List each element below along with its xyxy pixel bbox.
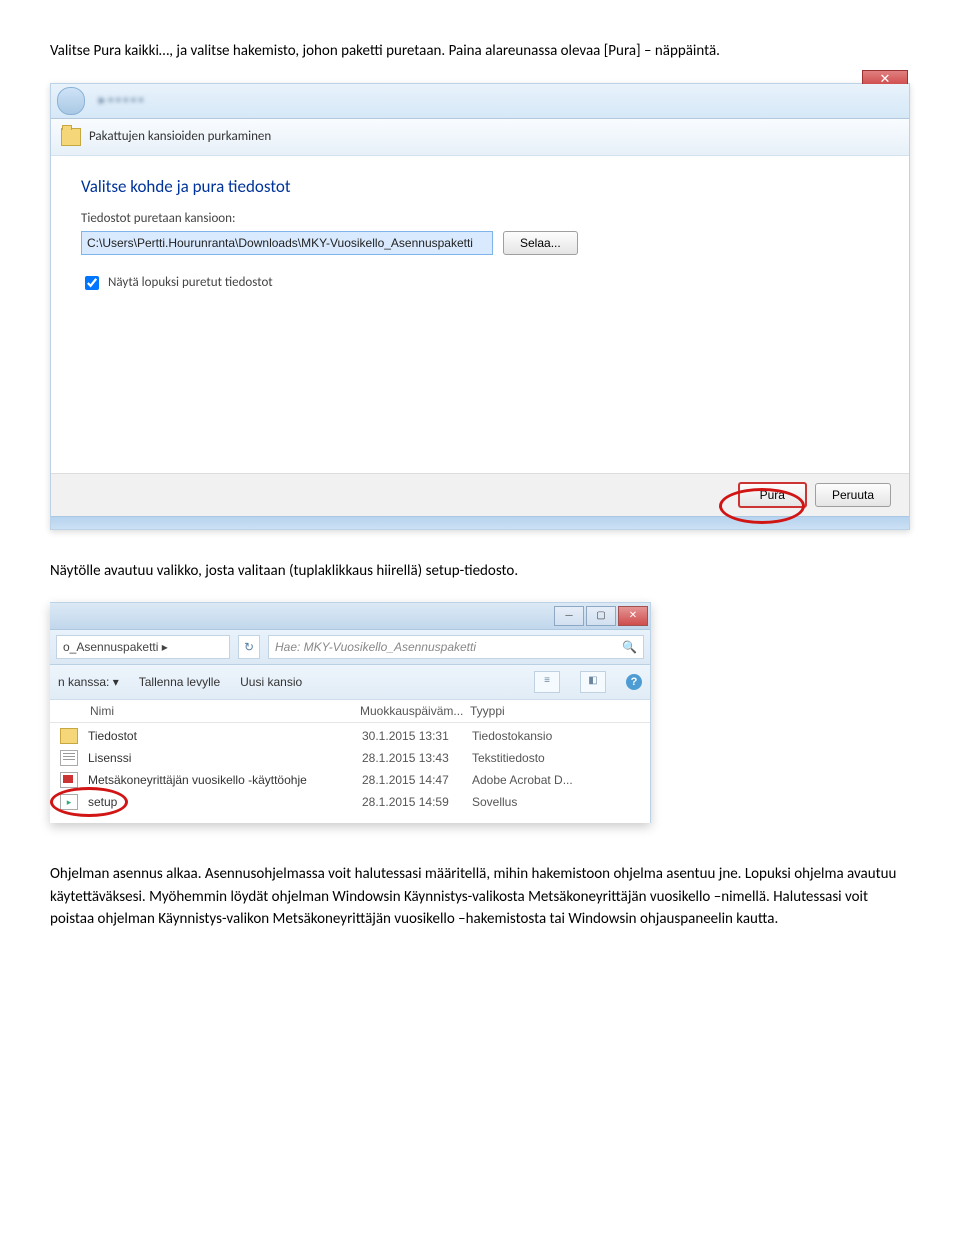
file-date: 28.1.2015 13:43 (362, 751, 472, 765)
file-name: Tiedostot (88, 729, 362, 743)
view-mode-icon[interactable]: ≡ (534, 671, 560, 693)
destination-input[interactable] (81, 231, 493, 255)
glass-bottom (51, 516, 909, 529)
file-date: 28.1.2015 14:47 (362, 773, 472, 787)
file-type: Adobe Acrobat D... (472, 773, 650, 787)
checkbox-label: Näytä lopuksi puretut tiedostot (108, 275, 273, 290)
save-disk[interactable]: Tallenna levylle (139, 675, 220, 689)
column-headers: Nimi Muokkauspäiväm... Tyyppi (50, 700, 650, 723)
extract-dialog-screenshot: ✕ ▸ ▪ ▪ ▪ ▪ ▪ Pakattujen kansioiden purk… (50, 83, 910, 530)
destination-label: Tiedostot puretaan kansioon: (81, 211, 879, 226)
file-type: Sovellus (472, 795, 650, 809)
file-list: Tiedostot30.1.2015 13:31TiedostokansioLi… (50, 723, 650, 823)
browse-button[interactable]: Selaa... (503, 231, 578, 255)
breadcrumb[interactable]: o_Asennuspaketti ▸ (56, 635, 230, 659)
search-placeholder: Hae: MKY-Vuosikello_Asennuspaketti (275, 640, 476, 654)
minimize-icon[interactable]: — (554, 606, 584, 626)
folder-icon (60, 728, 78, 744)
pdf-icon (60, 772, 78, 788)
new-folder[interactable]: Uusi kansio (240, 675, 302, 689)
col-date[interactable]: Muokkauspäiväm... (360, 704, 470, 718)
list-item[interactable]: Tiedostot30.1.2015 13:31Tiedostokansio (50, 725, 650, 747)
help-icon[interactable]: ? (626, 674, 642, 690)
file-date: 28.1.2015 14:59 (362, 795, 472, 809)
explorer-toolbar: n kanssa: ▾ Tallenna levylle Uusi kansio… (50, 665, 650, 700)
show-files-checkbox[interactable]: Näytä lopuksi puretut tiedostot (81, 273, 879, 293)
extract-button[interactable]: Pura (738, 482, 807, 508)
window-title: Pakattujen kansioiden purkaminen (89, 129, 271, 144)
dialog-heading: Valitse kohde ja pura tiedostot (81, 176, 879, 197)
close-icon[interactable]: ✕ (618, 606, 648, 626)
file-name: setup (88, 795, 362, 809)
text-icon (60, 750, 78, 766)
nav-bar: ▸ ▪ ▪ ▪ ▪ ▪ (51, 84, 909, 119)
file-name: Metsäkoneyrittäjän vuosikello -käyttöohj… (88, 773, 362, 787)
paragraph-1: Valitse Pura kaikki…, ja valitse hakemis… (50, 40, 910, 63)
file-type: Tekstitiedosto (472, 751, 650, 765)
explorer-screenshot: — ▢ ✕ o_Asennuspaketti ▸ ↻ Hae: MKY-Vuos… (50, 602, 651, 823)
paragraph-2: Näytölle avautuu valikko, josta valitaan… (50, 560, 910, 583)
setup-icon (60, 794, 78, 810)
dialog-footer: Pura Peruuta (51, 473, 909, 516)
checkbox-input[interactable] (85, 276, 99, 290)
preview-pane-icon[interactable]: ◧ (580, 671, 606, 693)
search-input[interactable]: Hae: MKY-Vuosikello_Asennuspaketti 🔍 (268, 635, 644, 659)
list-item[interactable]: Lisenssi28.1.2015 13:43Tekstitiedosto (50, 747, 650, 769)
window-controls: — ▢ ✕ (50, 603, 650, 630)
list-item[interactable]: Metsäkoneyrittäjän vuosikello -käyttöohj… (50, 769, 650, 791)
col-type[interactable]: Tyyppi (470, 704, 650, 718)
maximize-icon[interactable]: ▢ (586, 606, 616, 626)
paragraph-3: Ohjelman asennus alkaa. Asennusohjelmass… (50, 863, 910, 931)
open-with[interactable]: n kanssa: ▾ (58, 675, 119, 689)
dialog-body: Valitse kohde ja pura tiedostot Tiedosto… (51, 156, 909, 473)
file-type: Tiedostokansio (472, 729, 650, 743)
file-name: Lisenssi (88, 751, 362, 765)
col-name[interactable]: Nimi (90, 704, 360, 718)
list-item[interactable]: setup28.1.2015 14:59Sovellus (50, 791, 650, 813)
window-titlebar: Pakattujen kansioiden purkaminen (51, 119, 909, 156)
breadcrumb-blur: ▸ ▪ ▪ ▪ ▪ ▪ (99, 93, 143, 108)
explorer-nav: o_Asennuspaketti ▸ ↻ Hae: MKY-Vuosikello… (50, 630, 650, 665)
folder-icon (61, 128, 81, 146)
refresh-icon[interactable]: ↻ (238, 635, 260, 659)
search-icon: 🔍 (622, 640, 637, 654)
nav-back-icon[interactable] (57, 87, 85, 115)
file-date: 30.1.2015 13:31 (362, 729, 472, 743)
cancel-button[interactable]: Peruuta (815, 483, 891, 507)
